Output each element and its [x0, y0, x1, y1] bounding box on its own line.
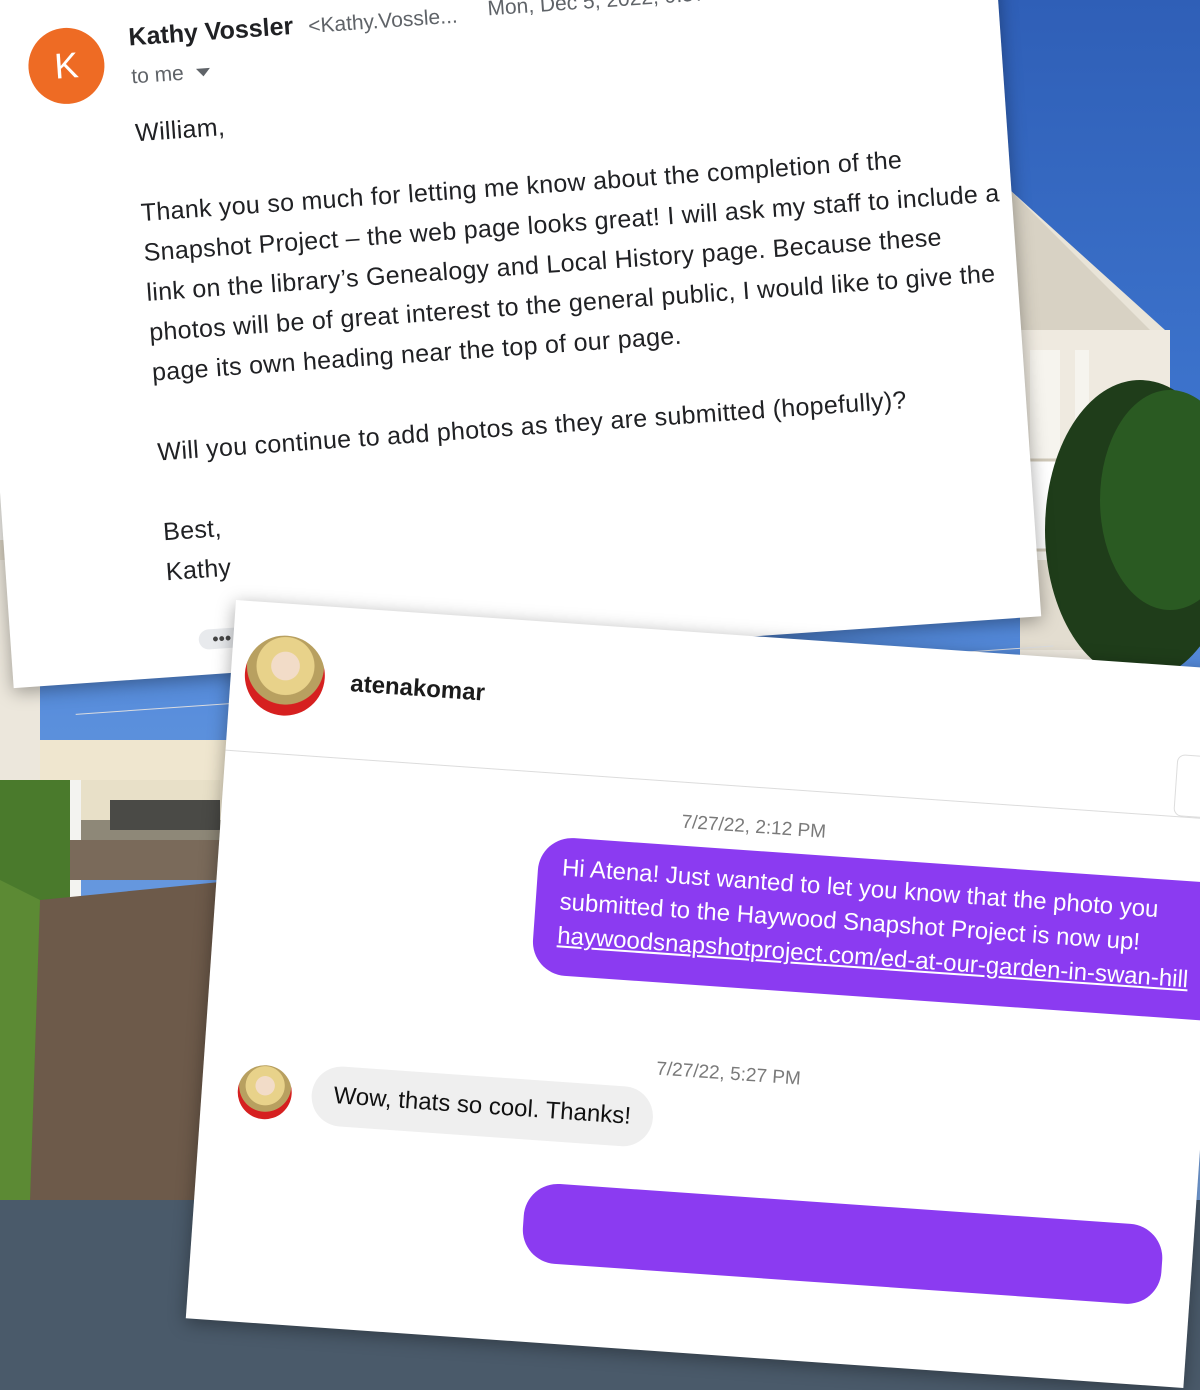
direct-message-card: atenakomar 7/27/22, 2:12 PM Hi Atena! Ju… — [185, 600, 1200, 1389]
email-body: William, Thank you so much for letting m… — [134, 53, 1025, 592]
divider — [225, 749, 1200, 821]
email-paragraph: Thank you so much for letting me know ab… — [139, 145, 1001, 387]
message-timestamp: 7/27/22, 2:12 PM — [680, 811, 827, 843]
email-date: Mon, Dec 5, 2022, 9:57 AM — [486, 0, 743, 21]
email-greeting: William, — [134, 113, 226, 148]
sender-avatar: K — [25, 25, 107, 107]
outgoing-message-bubble: Hi Atena! Just wanted to let you know th… — [530, 835, 1200, 1023]
email-card: K Kathy Vossler <Kathy.Vossle... Mon, De… — [0, 0, 1054, 715]
sender-name: Kathy Vossler — [127, 12, 295, 52]
incoming-message-bubble: Wow, thats so cool. Thanks! — [309, 1064, 655, 1149]
chevron-down-icon — [195, 68, 211, 78]
avatar[interactable] — [235, 1063, 294, 1122]
outgoing-message-bubble — [520, 1181, 1165, 1307]
sender-email: <Kathy.Vossle... — [307, 4, 459, 38]
recipient-label: to me — [130, 61, 185, 89]
avatar[interactable] — [242, 632, 328, 719]
trees — [1045, 380, 1200, 680]
recipient-dropdown[interactable]: to me — [131, 60, 211, 89]
dm-username[interactable]: atenakomar — [349, 670, 485, 707]
star-icon[interactable]: ☆ — [795, 0, 824, 3]
email-paragraph: Will you continue to add photos as they … — [156, 386, 908, 467]
message-timestamp: 7/27/22, 5:27 PM — [655, 1058, 802, 1090]
header-action-button[interactable] — [1173, 754, 1200, 821]
